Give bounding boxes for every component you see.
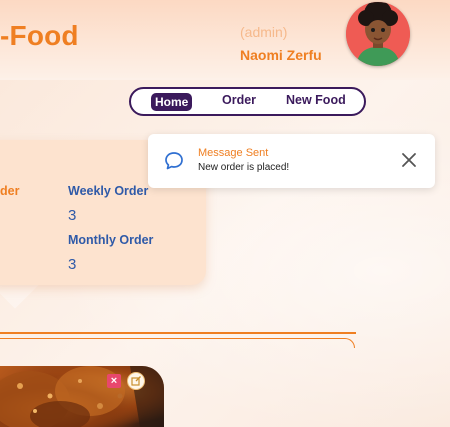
monthly-order-value: 3 (68, 256, 77, 273)
nav-home-tab[interactable]: Home (151, 93, 193, 111)
section-divider (0, 332, 356, 334)
close-icon[interactable] (401, 152, 417, 173)
chat-bubble-icon (164, 151, 184, 176)
weekly-order-value: 3 (68, 207, 77, 224)
nav-order-tab[interactable]: Order (222, 93, 256, 107)
avatar-illustration (346, 2, 410, 66)
delete-icon: × (110, 375, 118, 387)
delete-food-button[interactable]: × (107, 374, 121, 388)
nav-new-food-tab[interactable]: New Food (286, 93, 346, 107)
monthly-order-label: Monthly Order (68, 233, 154, 247)
user-role: (admin) (240, 24, 288, 40)
main-nav: Home Order New Food (129, 87, 366, 116)
toast-title: Message Sent (198, 147, 269, 159)
toast-message: New order is placed! (198, 162, 290, 173)
edit-icon (131, 376, 141, 386)
header: -Food (admin) Naomi Zerfu (0, 0, 450, 78)
edit-food-button[interactable] (127, 372, 145, 390)
brand-logo-text: -Food (0, 20, 79, 51)
weekly-order-label: Weekly Order (68, 184, 149, 198)
order-label-partial: der (0, 184, 20, 198)
avatar[interactable] (346, 2, 410, 66)
toast-notification: Message Sent New order is placed! (148, 134, 435, 188)
section-divider-curve (0, 338, 355, 348)
user-name: Naomi Zerfu (240, 47, 322, 63)
